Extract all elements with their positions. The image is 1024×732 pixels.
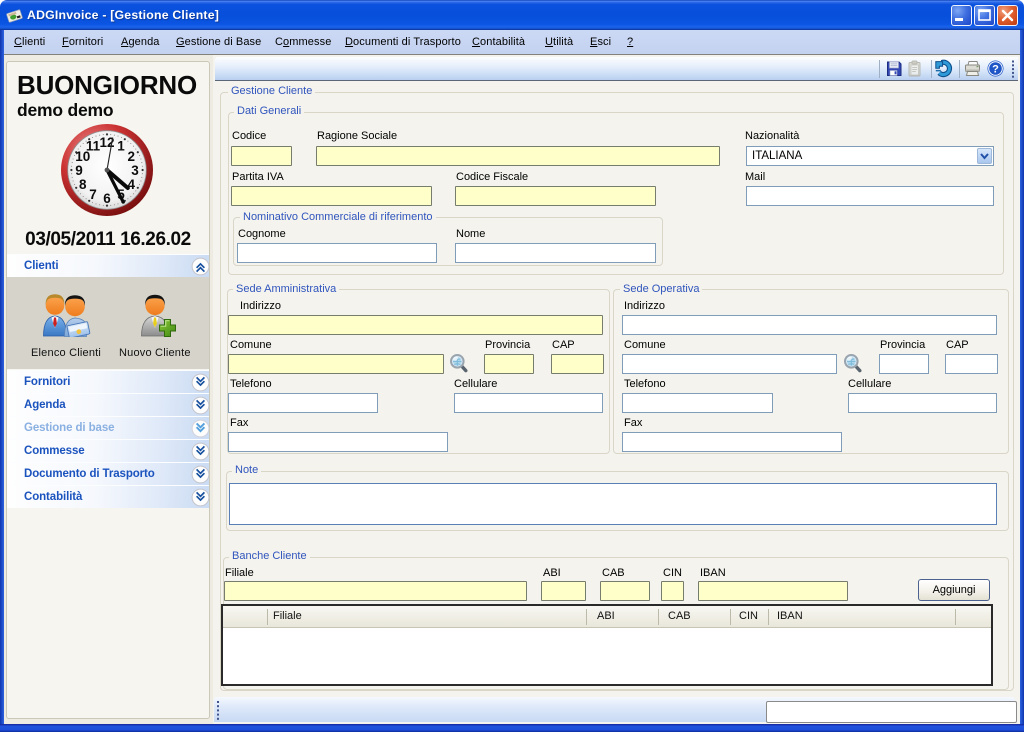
svg-text:?: ? xyxy=(992,64,999,76)
svg-text:11: 11 xyxy=(86,139,101,154)
svg-text:7: 7 xyxy=(89,187,97,202)
svg-text:1: 1 xyxy=(117,139,125,154)
svg-text:3: 3 xyxy=(131,163,139,178)
svg-text:2: 2 xyxy=(127,149,135,164)
svg-text:8: 8 xyxy=(79,177,87,192)
svg-text:6: 6 xyxy=(103,191,111,206)
svg-text:9: 9 xyxy=(75,163,83,178)
